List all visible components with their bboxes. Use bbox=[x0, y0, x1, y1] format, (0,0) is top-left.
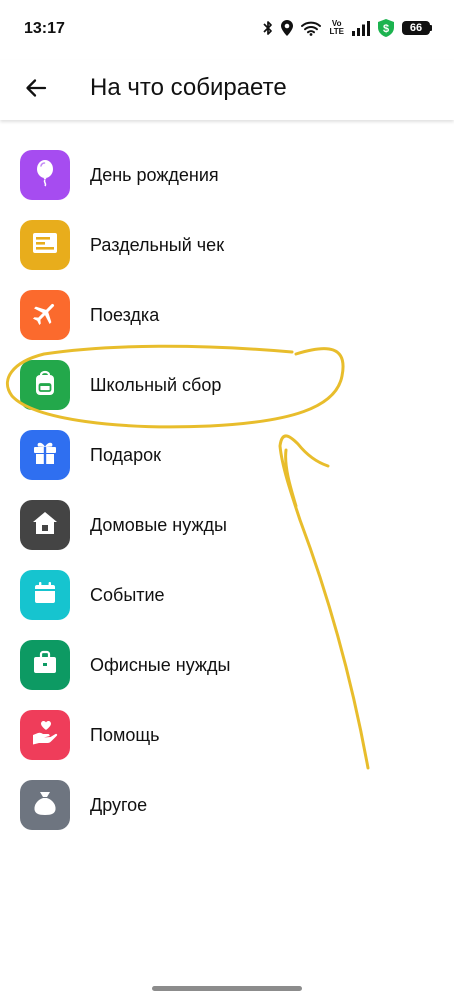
briefcase-icon bbox=[31, 650, 59, 681]
battery-cap bbox=[430, 25, 432, 31]
category-label: Офисные нужды bbox=[90, 654, 231, 675]
svg-text:$: $ bbox=[383, 23, 389, 35]
status-icons: Vo LTE $ 66 bbox=[263, 19, 432, 37]
signal-icon bbox=[352, 20, 370, 36]
category-icon-tile bbox=[20, 290, 70, 340]
shield-dollar-icon: $ bbox=[378, 19, 394, 37]
gift-icon bbox=[31, 439, 59, 472]
category-icon-tile bbox=[20, 640, 70, 690]
category-icon-tile bbox=[20, 500, 70, 550]
category-label: Домовые нужды bbox=[90, 514, 227, 535]
money-bag-icon bbox=[32, 789, 58, 822]
category-icon-tile bbox=[20, 150, 70, 200]
category-label: Школьный сбор bbox=[90, 374, 222, 395]
battery-indicator: 66 bbox=[402, 21, 432, 35]
battery-level: 66 bbox=[402, 21, 430, 35]
category-item-split-check[interactable]: Раздельный чек bbox=[0, 210, 454, 280]
category-label: Поездка bbox=[90, 304, 160, 325]
category-item-birthday[interactable]: День рождения bbox=[0, 140, 454, 210]
category-label: Помощь bbox=[90, 724, 160, 745]
location-icon bbox=[281, 20, 294, 36]
category-item-other[interactable]: Другое bbox=[0, 770, 454, 840]
house-icon bbox=[31, 509, 59, 542]
category-item-office-needs[interactable]: Офисные нужды bbox=[0, 630, 454, 700]
category-icon-tile bbox=[20, 780, 70, 830]
airplane-icon bbox=[31, 299, 59, 332]
volte-indicator: Vo LTE bbox=[329, 20, 344, 36]
category-item-help[interactable]: Помощь bbox=[0, 700, 454, 770]
app-bar: На что собираете bbox=[0, 60, 454, 120]
category-item-school-fund[interactable]: Школьный сбор bbox=[0, 350, 454, 420]
category-label: Подарок bbox=[90, 444, 161, 465]
category-item-gift[interactable]: Подарок bbox=[0, 420, 454, 490]
category-icon-tile bbox=[20, 360, 70, 410]
category-item-event[interactable]: Событие bbox=[0, 560, 454, 630]
heart-hand-icon bbox=[31, 719, 59, 752]
category-icon-tile bbox=[20, 220, 70, 270]
wifi-icon bbox=[301, 21, 322, 36]
category-list: День рождения Раздельный чек Поездка Шко… bbox=[0, 140, 454, 840]
category-item-home-needs[interactable]: Домовые нужды bbox=[0, 490, 454, 560]
category-label: Раздельный чек bbox=[90, 234, 225, 255]
bluetooth-icon bbox=[263, 20, 273, 36]
arrow-left-icon bbox=[24, 76, 48, 105]
balloon-icon bbox=[32, 159, 58, 192]
page-title: На что собираете bbox=[90, 74, 287, 101]
home-indicator[interactable] bbox=[152, 986, 302, 991]
category-label: Другое bbox=[90, 794, 148, 815]
category-icon-tile bbox=[20, 430, 70, 480]
category-label: Событие bbox=[90, 584, 165, 605]
backpack-icon bbox=[32, 369, 58, 402]
category-label: День рождения bbox=[90, 164, 219, 185]
back-button[interactable] bbox=[18, 72, 54, 108]
calendar-icon bbox=[32, 580, 58, 611]
receipt-icon bbox=[31, 231, 59, 260]
category-item-trip[interactable]: Поездка bbox=[0, 280, 454, 350]
status-bar: 13:17 Vo LTE $ 66 bbox=[0, 0, 454, 60]
status-time: 13:17 bbox=[24, 20, 65, 37]
category-icon-tile bbox=[20, 570, 70, 620]
category-icon-tile bbox=[20, 710, 70, 760]
volte-bottom-label: LTE bbox=[329, 27, 344, 36]
